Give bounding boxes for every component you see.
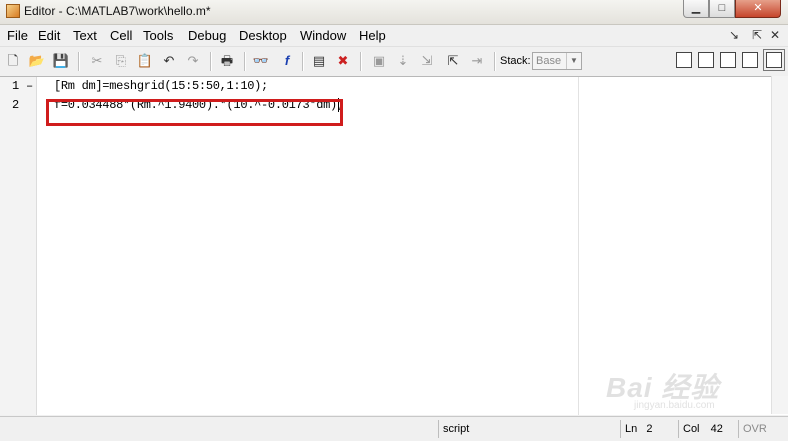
split-horizontal-icon[interactable] [720,52,736,68]
title-bar: Editor - C:\MATLAB7\work\hello.m* ▁ □ ✕ [0,0,788,25]
menu-debug[interactable]: Debug [188,28,226,43]
step-icon[interactable]: ⇣ [394,52,412,70]
line-number: 1 [12,79,20,93]
paste-icon[interactable]: 📋 [136,52,154,70]
right-margin-line [578,77,579,415]
menu-bar: File Edit Text Cell Tools Debug Desktop … [0,25,788,46]
save-icon[interactable]: 💾 [52,52,70,70]
column-value: 42 [710,423,723,435]
print-icon[interactable]: 🖶 [218,52,236,70]
toolbar-separator [494,52,496,71]
line-label: Ln [625,423,638,435]
split-vertical-icon[interactable] [698,52,714,68]
code-line[interactable]: [Rm dm]=meshgrid(15:5:50,1:10); [54,79,268,93]
toolbar-separator [78,52,80,71]
status-column: Col 42 [678,420,736,438]
stack-dropdown[interactable]: Base ▼ [532,52,582,70]
editor-app-icon [6,4,20,18]
minimize-button[interactable]: ▁ [683,0,709,18]
maximize-button[interactable]: □ [709,0,735,18]
stack-label: Stack: [500,55,531,67]
annotation-highlight-box [46,99,343,126]
status-bar: script Ln 2 Col 42 OVR [0,416,788,441]
line-number: 2 [12,98,20,112]
cut-icon[interactable]: ✂ [88,52,106,70]
toolbar-separator [302,52,304,71]
code-editor[interactable]: 1 – 2 [Rm dm]=meshgrid(15:5:50,1:10); f=… [0,76,788,415]
vertical-scrollbar[interactable] [771,76,788,414]
set-breakpoint-icon[interactable]: ▣ [370,52,388,70]
menu-file[interactable]: File [7,28,28,43]
undo-icon[interactable]: ↶ [160,52,178,70]
new-file-icon[interactable]: 🗋 [4,52,22,70]
toolbar: 🗋 📂 💾 ✂ ⎘ 📋 ↶ ↷ 🖶 👓 f ▤ ✖ ▣ ⇣ ⇲ ⇱ ⇥ Stac… [0,46,788,77]
undock-icon[interactable]: ↘ [729,28,739,42]
clear-breakpoints-icon[interactable]: ✖ [334,52,352,70]
open-folder-icon[interactable]: 📂 [28,52,46,70]
copy-icon[interactable]: ⎘ [112,52,130,70]
stack-value: Base [536,55,562,67]
step-out-icon[interactable]: ⇱ [444,52,462,70]
breakpoint-marker[interactable]: – [26,79,33,93]
menu-edit[interactable]: Edit [38,28,60,43]
menu-desktop[interactable]: Desktop [239,28,287,43]
menu-window[interactable]: Window [300,28,346,43]
menu-help[interactable]: Help [359,28,386,43]
toolbar-separator [244,52,246,71]
maximize-doc-icon[interactable] [763,49,785,71]
window-title: Editor - C:\MATLAB7\work\hello.m* [24,4,211,18]
chevron-down-icon: ▼ [566,53,581,69]
show-dependencies-icon[interactable]: ▤ [310,52,328,70]
column-label: Col [683,423,700,435]
tile-layout-icon[interactable] [676,52,692,68]
toolbar-separator [210,52,212,71]
line-value: 2 [646,423,653,435]
status-mode: script [438,420,620,438]
close-window-button[interactable]: ✕ [735,0,781,18]
menu-cell[interactable]: Cell [110,28,132,43]
redo-icon[interactable]: ↷ [184,52,202,70]
line-number-gutter: 1 – 2 [0,77,37,415]
find-icon[interactable]: 👓 [252,52,270,70]
overwrite-indicator: OVR [738,420,782,438]
step-in-icon[interactable]: ⇲ [418,52,436,70]
status-line: Ln 2 [620,420,676,438]
menu-tools[interactable]: Tools [143,28,173,43]
menu-text[interactable]: Text [73,28,97,43]
pin-icon[interactable]: ⇱ [752,28,762,42]
toolbar-separator [360,52,362,71]
close-editor-icon[interactable]: ✕ [770,28,780,42]
function-icon[interactable]: f [278,52,296,70]
continue-icon[interactable]: ⇥ [468,52,486,70]
float-icon[interactable] [742,52,758,68]
